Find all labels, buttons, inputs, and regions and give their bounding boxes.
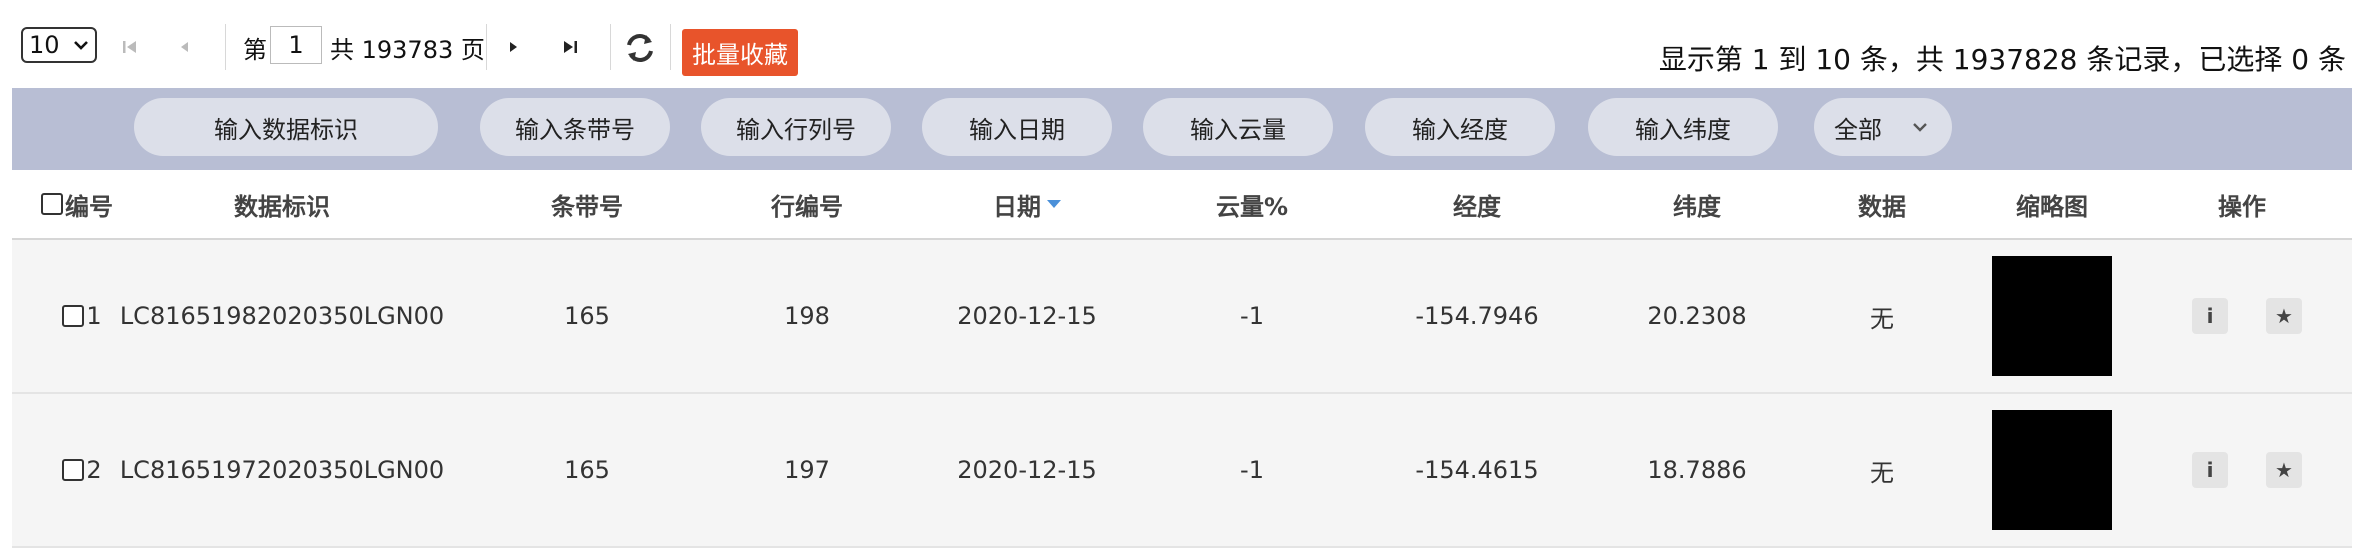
filter-data-id-input[interactable]: 输入数据标识 (134, 98, 438, 156)
favorite-button[interactable]: ★ (2266, 452, 2302, 488)
header-data[interactable]: 数据 (1822, 170, 1942, 238)
current-page-input[interactable] (270, 26, 322, 64)
cell-cloud: -1 (1240, 302, 1264, 330)
data-filter-value: 全部 (1834, 115, 1882, 144)
filter-bar: 输入数据标识 输入条带号 输入行列号 输入日期 输入云量 输入经度 输入纬度 全… (12, 88, 2352, 170)
chevron-down-icon (1913, 123, 1927, 132)
cell-row: 197 (784, 456, 830, 484)
row-select-cell: 1 (52, 240, 112, 392)
actions-cell: i ★ (2172, 394, 2322, 546)
cell-date: 2020-12-15 (957, 456, 1097, 484)
data-filter-select[interactable]: 全部 (1814, 98, 1952, 156)
last-page-button[interactable] (558, 36, 582, 58)
cell-row: 198 (784, 302, 830, 330)
total-pages-label: 共 193783 页 (330, 36, 485, 64)
select-all-cell: 编号 (32, 170, 122, 238)
favorite-button[interactable]: ★ (2266, 298, 2302, 334)
header-thumbnail: 缩略图 (2016, 192, 2088, 221)
header-data-id[interactable]: 数据标识 (132, 170, 432, 238)
last-page-icon (564, 41, 577, 53)
batch-favorite-button[interactable]: 批量收藏 (682, 29, 798, 76)
filter-longitude-input[interactable]: 输入经度 (1365, 98, 1555, 156)
thumbnail-image[interactable] (1992, 410, 2112, 530)
star-icon: ★ (2275, 304, 2293, 328)
cell-longitude: -154.4615 (1415, 456, 1539, 484)
cell-data: 无 (1870, 304, 1894, 333)
next-page-icon (510, 42, 517, 52)
refresh-icon (627, 34, 653, 62)
cell-latitude: 20.2308 (1647, 302, 1747, 330)
row-id: 2 (86, 456, 102, 484)
prev-page-button[interactable] (172, 36, 196, 58)
cell-longitude: -154.7946 (1415, 302, 1539, 330)
cell-latitude: 18.7886 (1647, 456, 1747, 484)
first-page-icon (123, 41, 136, 53)
header-date-label: 日期 (993, 192, 1041, 221)
refresh-button[interactable] (622, 30, 658, 66)
header-id: 编号 (65, 192, 113, 221)
cell-data-id: LC81651982020350LGN00 (119, 302, 445, 330)
header-longitude[interactable]: 经度 (1377, 170, 1577, 238)
pagination-toolbar: 10 第 共 193783 页 (0, 0, 2364, 88)
cell-data: 无 (1870, 458, 1894, 487)
filter-path-input[interactable]: 输入条带号 (480, 98, 670, 156)
page-label-prefix: 第 (243, 36, 267, 64)
sort-desc-icon (1047, 200, 1061, 208)
select-all-checkbox[interactable] (41, 193, 63, 215)
table-row: 1 LC81651982020350LGN00 165 198 2020-12-… (12, 240, 2352, 394)
page-size-value: 10 (29, 31, 60, 59)
thumbnail-image[interactable] (1992, 256, 2112, 376)
table-header: 编号 数据标识 条带号 行编号 日期 云量% 经度 纬度 数据 缩略图 操作 (12, 170, 2352, 240)
divider (225, 24, 226, 70)
divider (670, 24, 671, 70)
prev-page-icon (181, 42, 188, 52)
header-latitude[interactable]: 纬度 (1597, 170, 1797, 238)
thumbnail-cell (1982, 394, 2122, 546)
row-id: 1 (86, 302, 102, 330)
info-button[interactable]: i (2192, 452, 2228, 488)
filter-date-input[interactable]: 输入日期 (922, 98, 1112, 156)
row-checkbox[interactable] (62, 459, 85, 481)
filter-cloud-input[interactable]: 输入云量 (1143, 98, 1333, 156)
star-icon: ★ (2275, 458, 2293, 482)
divider (610, 24, 611, 70)
info-icon: i (2206, 458, 2214, 482)
next-page-button[interactable] (502, 36, 526, 58)
records-summary: 显示第 1 到 10 条，共 1937828 条记录，已选择 0 条 (1658, 43, 2346, 76)
divider (486, 24, 487, 70)
thumbnail-cell (1982, 240, 2122, 392)
first-page-button[interactable] (118, 36, 142, 58)
table-row: 2 LC81651972020350LGN00 165 197 2020-12-… (12, 394, 2352, 548)
cell-path: 165 (564, 456, 610, 484)
filter-row-input[interactable]: 输入行列号 (701, 98, 891, 156)
header-row[interactable]: 行编号 (712, 170, 902, 238)
cell-cloud: -1 (1240, 456, 1264, 484)
info-icon: i (2206, 304, 2214, 328)
cell-data-id: LC81651972020350LGN00 (119, 456, 445, 484)
info-button[interactable]: i (2192, 298, 2228, 334)
filter-latitude-input[interactable]: 输入纬度 (1588, 98, 1778, 156)
header-path[interactable]: 条带号 (492, 170, 682, 238)
header-actions: 操作 (2218, 192, 2266, 221)
row-select-cell: 2 (52, 394, 112, 546)
actions-cell: i ★ (2172, 240, 2322, 392)
page-size-select[interactable]: 10 (21, 27, 97, 63)
header-cloud[interactable]: 云量% (1152, 170, 1352, 238)
cell-date: 2020-12-15 (957, 302, 1097, 330)
chevron-down-icon (74, 41, 88, 50)
cell-path: 165 (564, 302, 610, 330)
header-date[interactable]: 日期 (932, 170, 1122, 238)
row-checkbox[interactable] (62, 305, 85, 327)
